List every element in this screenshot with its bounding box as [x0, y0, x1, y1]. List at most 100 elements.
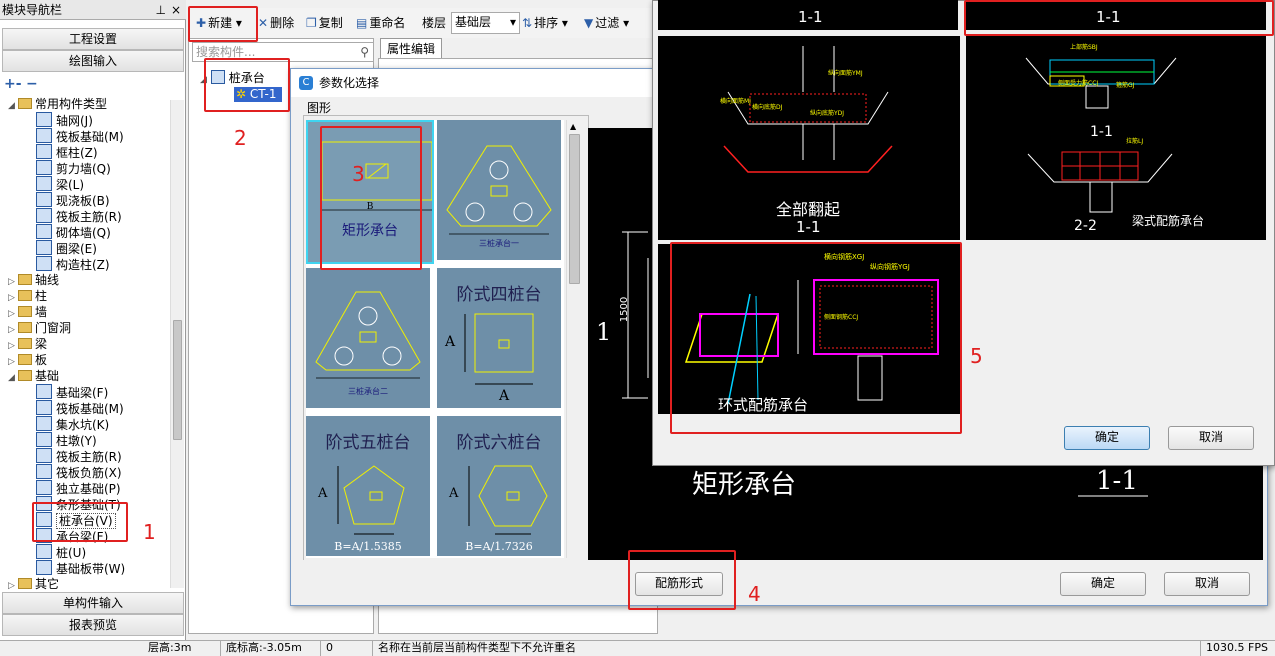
nav-tree-label: 基础梁(F) — [56, 386, 109, 400]
nav-tree-folder[interactable]: ▷ 梁 — [8, 336, 47, 352]
filter-button[interactable]: ▼ 过滤 ▾ — [584, 14, 629, 32]
nav-tree-item[interactable]: 梁(L) — [36, 176, 84, 192]
nav-tree-folder[interactable]: ▷ 柱 — [8, 288, 47, 304]
rebar-label: 箍筋GJ — [1116, 82, 1135, 89]
nav-tree-label: 集水坑(K) — [56, 418, 110, 432]
nav-tree-item[interactable]: 筏板主筋(R) — [36, 448, 122, 464]
floor-select-value: 基础层 — [455, 15, 492, 29]
component-type-icon — [36, 224, 52, 239]
nav-tree-item[interactable]: 筏板基础(M) — [36, 400, 124, 416]
nav-tree-item[interactable]: 筏板基础(M) — [36, 128, 124, 144]
folder-icon — [18, 306, 32, 317]
component-type-icon — [36, 160, 52, 175]
project-settings-button[interactable]: 工程设置 — [2, 28, 184, 50]
component-type-icon — [36, 448, 52, 463]
nav-tree-item[interactable]: 框柱(Z) — [36, 144, 98, 160]
search-placeholder: 搜索构件... — [196, 45, 256, 59]
component-type-icon — [36, 432, 52, 447]
dialog1-cancel-button[interactable]: 取消 — [1164, 572, 1250, 596]
dialog2-ok-button[interactable]: 确定 — [1064, 426, 1150, 450]
folder-icon — [18, 354, 32, 365]
rebar-section: 2-2 — [1074, 218, 1097, 234]
rename-button[interactable]: ▤ 重命名 — [356, 14, 405, 32]
nav-tree-folder[interactable]: ▷ 其它 — [8, 576, 59, 592]
annotation-box-4 — [628, 550, 736, 610]
tile-dim-label: A — [445, 334, 456, 350]
rebar-label: 上部筋SBJ — [1070, 44, 1098, 51]
nav-tree-label: 筏板基础(M) — [56, 402, 124, 416]
nav-tree-item[interactable]: 独立基础(P) — [36, 480, 121, 496]
nav-tree-item[interactable]: 基础板带(W) — [36, 560, 125, 576]
nav-tree-item[interactable]: 圈梁(E) — [36, 240, 97, 256]
report-preview-button[interactable]: 报表预览 — [2, 614, 184, 636]
nav-tree-label: 筏板基础(M) — [56, 130, 124, 144]
component-type-icon — [36, 176, 52, 191]
tile-stepped-five-pile[interactable]: 阶式五桩台 A B=A/1.5385 — [306, 416, 430, 556]
nav-tree-label: 筏板主筋(R) — [56, 450, 122, 464]
dialog1-ok-button[interactable]: 确定 — [1060, 572, 1146, 596]
nav-tree-item[interactable]: 筏板主筋(R) — [36, 208, 122, 224]
expand-all-icon[interactable]: +- — [4, 76, 22, 92]
rebar-cell-top-left[interactable]: 1-1 — [658, 0, 958, 30]
close-icon[interactable]: × — [171, 0, 181, 20]
collapse-arrow-icon[interactable]: ◢ — [8, 370, 18, 386]
drawing-input-button[interactable]: 绘图输入 — [2, 50, 184, 72]
nav-tree-item[interactable]: 轴网(J) — [36, 112, 93, 128]
tile-three-pile-cap-1[interactable]: 三桩承台一 — [437, 120, 561, 260]
sort-button[interactable]: ⇅ 排序 ▾ — [522, 14, 568, 32]
thumbnail-scroll-thumb[interactable] — [569, 134, 580, 284]
nav-tree-item[interactable]: 集水坑(K) — [36, 416, 109, 432]
nav-tree-item[interactable]: 砌体墙(Q) — [36, 224, 111, 240]
nav-scroll-thumb[interactable] — [173, 320, 182, 440]
rebar-cell-full-raise[interactable]: 横向面筋MJ 纵向面筋YMJ 横向底筋DJ 纵向底筋YDJ 全部翻起 1-1 — [658, 36, 960, 240]
copy-button[interactable]: ❐ 复制 — [306, 14, 343, 32]
nav-tree-folder[interactable]: ◢ 常用构件类型 — [8, 96, 107, 112]
collapse-all-icon[interactable]: − — [26, 76, 38, 92]
nav-tree-item[interactable]: 现浇板(B) — [36, 192, 110, 208]
tile-stepped-four-pile[interactable]: 阶式四桩台 A A — [437, 268, 561, 408]
dialog2-cancel-button[interactable]: 取消 — [1168, 426, 1254, 450]
nav-tree-item[interactable]: 桩(U) — [36, 544, 86, 560]
annotation-box-new — [188, 6, 258, 42]
nav-tree-item[interactable]: 筏板负筋(X) — [36, 464, 122, 480]
nav-tree-folder[interactable]: ▷ 门窗洞 — [8, 320, 71, 336]
annotation-number-4: 4 — [748, 582, 761, 606]
tile-stepped-six-pile[interactable]: 阶式六桩台 A B=A/1.7326 — [437, 416, 561, 556]
nav-tree-item[interactable]: 柱墩(Y) — [36, 432, 97, 448]
collapse-arrow-icon[interactable]: ◢ — [8, 98, 18, 114]
tile-three-pile-cap-2[interactable]: 三桩承台二 — [306, 268, 430, 408]
status-bottom-elevation: 底标高:-3.05m — [226, 641, 302, 654]
nav-tree-label: 独立基础(P) — [56, 482, 121, 496]
preview-section-mark: 1 — [596, 318, 612, 346]
nav-tree-label: 梁(L) — [56, 178, 85, 192]
search-icon[interactable]: ⚲ — [360, 43, 369, 61]
nav-tree-label: 板 — [35, 353, 48, 367]
tile-formula: B=A/1.5385 — [334, 540, 402, 553]
annotation-box-1 — [32, 502, 128, 542]
status-zero: 0 — [326, 641, 333, 654]
scroll-up-icon[interactable]: ▲ — [570, 122, 576, 131]
nav-tree-label: 现浇板(B) — [56, 194, 110, 208]
nav-tree-label: 筏板主筋(R) — [56, 210, 122, 224]
single-component-input-button[interactable]: 单构件输入 — [2, 592, 184, 614]
tab-property-edit[interactable]: 属性编辑 — [380, 38, 442, 58]
thumbnail-scrollbar[interactable]: ▲ — [566, 120, 582, 558]
nav-panel-title: 模块导航栏 ⊥ × — [0, 0, 186, 20]
nav-tree-folder[interactable]: ▷ 轴线 — [8, 272, 59, 288]
nav-tree-label: 常用构件类型 — [35, 97, 108, 111]
pin-icon[interactable]: ⊥ — [156, 0, 166, 20]
nav-tree-folder[interactable]: ◢ 基础 — [8, 368, 59, 384]
tile-dim-label: A — [318, 486, 328, 501]
nav-tree-folder[interactable]: ▷ 墙 — [8, 304, 47, 320]
floor-select[interactable]: 基础层 ▾ — [451, 12, 520, 34]
nav-tree-item[interactable]: 剪力墙(Q) — [36, 160, 111, 176]
nav-tree-folder[interactable]: ▷ 板 — [8, 352, 47, 368]
rebar-cell-beam-type[interactable]: 上部筋SBJ 侧面受力筋CCJ 箍筋GJ 拉筋LJ 1-1 2-2 梁式配筋承台 — [966, 36, 1266, 240]
delete-button[interactable]: ✕ 删除 — [258, 14, 294, 32]
nav-tree-item[interactable]: 基础梁(F) — [36, 384, 108, 400]
nav-tree-label: 轴线 — [35, 273, 60, 287]
rename-icon: ▤ — [356, 16, 368, 30]
copy-label: 复制 — [318, 16, 343, 30]
nav-tree-scrollbar[interactable] — [170, 100, 184, 588]
nav-tree-item[interactable]: 构造柱(Z) — [36, 256, 110, 272]
